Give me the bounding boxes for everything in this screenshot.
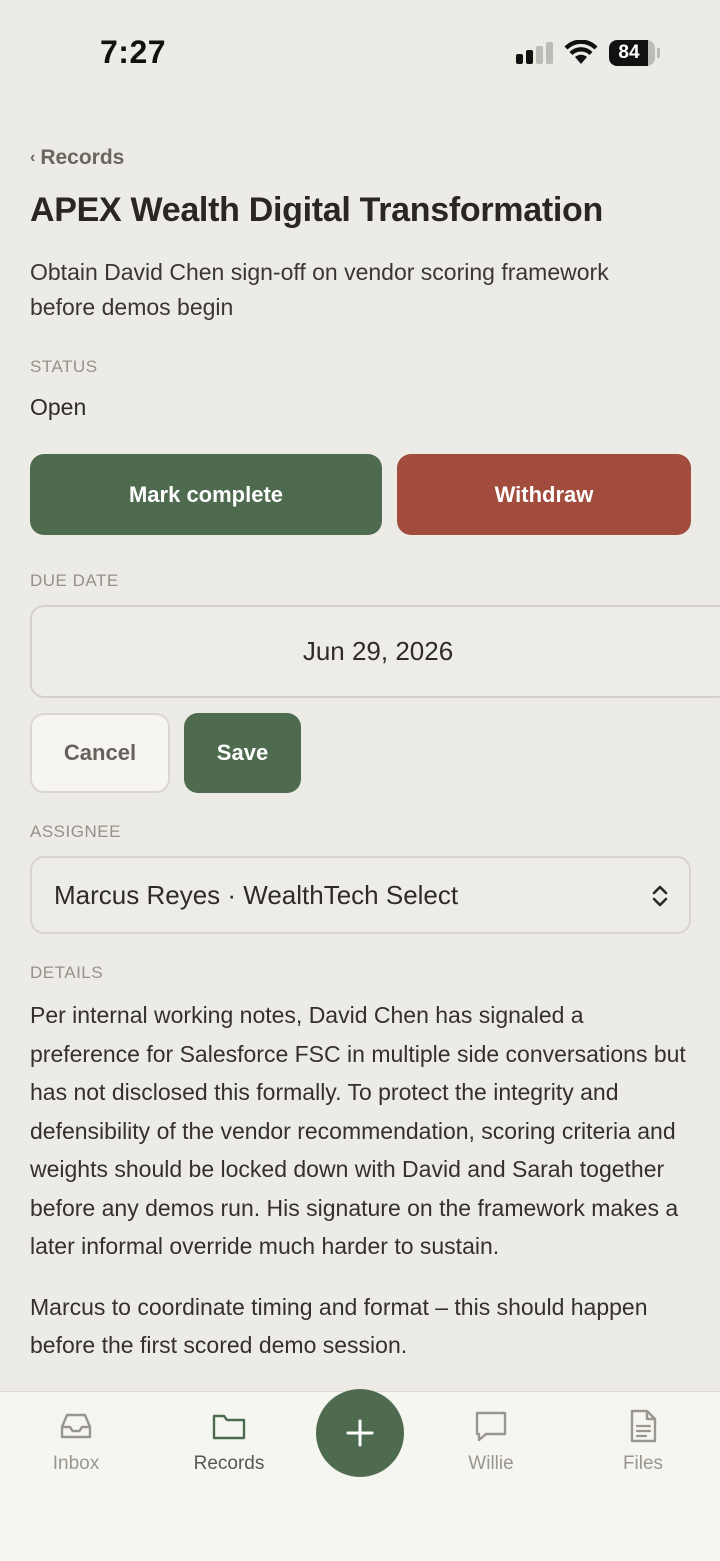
screen: 7:27 84 ‹ Records APEX Wealth Digital Tr…: [0, 0, 720, 1561]
mark-complete-button[interactable]: Mark complete: [30, 454, 382, 535]
status-label: STATUS: [30, 357, 98, 376]
select-chevrons-icon: [652, 885, 668, 907]
status-bar: 7:27 84: [0, 0, 720, 100]
document-icon: [630, 1409, 657, 1443]
cellular-signal-icon: [516, 42, 553, 64]
chevron-left-icon: ‹: [30, 149, 36, 166]
chat-bubble-icon: [475, 1411, 507, 1442]
record-subtitle: Obtain David Chen sign-off on vendor sco…: [30, 259, 609, 320]
back-label: Records: [40, 146, 125, 169]
withdraw-button[interactable]: Withdraw: [397, 454, 691, 535]
due-date-label: DUE DATE: [30, 571, 119, 590]
details-paragraph: Marcus to coordinate timing and format –…: [30, 1293, 648, 1359]
battery-tip: [657, 48, 660, 58]
cancel-button[interactable]: Cancel: [30, 713, 170, 793]
due-date-field[interactable]: Jun 29, 2026: [30, 605, 720, 698]
tab-willie[interactable]: Willie: [431, 1407, 551, 1475]
tab-records[interactable]: Records: [169, 1407, 289, 1475]
tab-label: Willie: [468, 1453, 514, 1474]
tab-label: Inbox: [52, 1453, 100, 1474]
details-label: DETAILS: [30, 963, 104, 982]
status-time: 7:27: [100, 34, 167, 70]
details-paragraph: Per internal working notes, David Chen h…: [30, 1002, 686, 1259]
wifi-icon: [564, 40, 598, 64]
back-button[interactable]: ‹ Records: [30, 146, 124, 170]
tab-inbox[interactable]: Inbox: [16, 1407, 136, 1475]
battery-body: 84: [609, 40, 655, 66]
add-button[interactable]: [316, 1389, 404, 1477]
assignee-select[interactable]: Marcus Reyes · WealthTech Select: [30, 856, 691, 934]
tab-files[interactable]: Files: [583, 1407, 703, 1475]
plus-icon: [346, 1419, 374, 1447]
tab-label: Records: [193, 1453, 265, 1474]
status-value: Open: [30, 394, 87, 420]
folder-icon: [212, 1414, 246, 1440]
battery-icon: 84: [609, 40, 660, 66]
assignee-selected-value: Marcus Reyes · WealthTech Select: [54, 879, 459, 910]
details-body: Per internal working notes, David Chen h…: [30, 996, 695, 1387]
page-title: APEX Wealth Digital Transformation: [30, 191, 603, 229]
assignee-label: ASSIGNEE: [30, 822, 121, 841]
battery-percent: 84: [618, 42, 640, 63]
inbox-icon: [60, 1413, 92, 1439]
save-button[interactable]: Save: [184, 713, 301, 793]
tab-label: Files: [622, 1453, 664, 1474]
